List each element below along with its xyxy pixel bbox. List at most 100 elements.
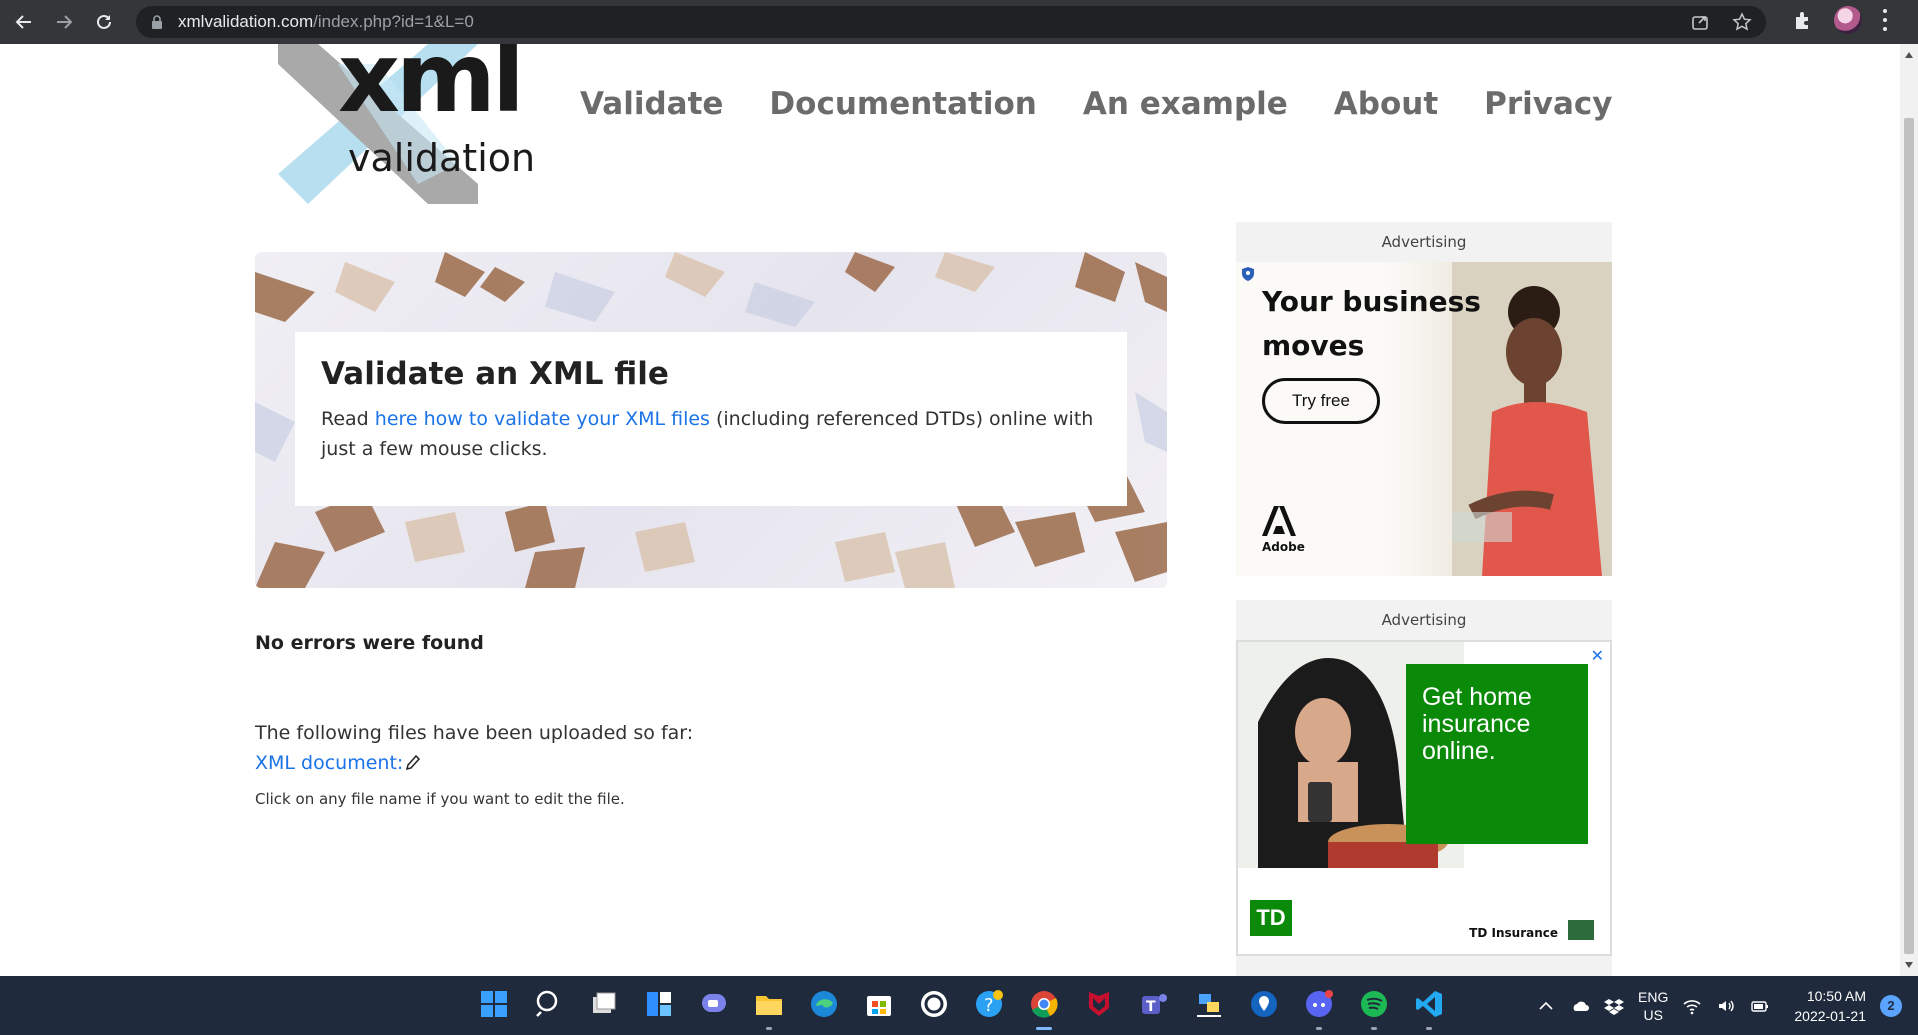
validation-result-message: No errors were found (255, 632, 484, 654)
scroll-down-icon[interactable] (1905, 962, 1913, 968)
folder-icon (756, 996, 782, 1015)
show-hidden-icons-chevron-icon[interactable] (1536, 996, 1556, 1016)
xml-document-link-text: XML document: (255, 752, 404, 774)
battery-icon[interactable] (1750, 996, 1770, 1016)
main-navigation: Validate Documentation An example About … (580, 86, 1613, 122)
wifi-icon[interactable] (1682, 996, 1702, 1016)
clock-date: 2022-01-21 (1794, 1007, 1866, 1024)
url-host: xmlvalidation.com (178, 12, 314, 31)
clock[interactable]: 10:50 AM 2022-01-21 (1794, 986, 1866, 1026)
taskbar-spotify[interactable] (1356, 986, 1392, 1030)
hero-how-to-link[interactable]: here how to validate your XML files (375, 408, 710, 430)
address-bar[interactable]: xmlvalidation.com/index.php?id=1&L=0 (136, 6, 1766, 38)
ad-headline: Get home insurance online. (1406, 664, 1588, 844)
taskbar-maps[interactable] (1246, 986, 1282, 1022)
edit-pencil-icon (406, 754, 421, 771)
edit-file-hint: Click on any file name if you want to ed… (255, 790, 625, 808)
nav-about[interactable]: About (1334, 86, 1438, 122)
nav-privacy[interactable]: Privacy (1484, 86, 1612, 122)
taskbar-app-circle[interactable] (916, 986, 952, 1022)
map-pin-icon (1251, 991, 1277, 1017)
scroll-thumb[interactable] (1904, 118, 1914, 954)
adobe-logo-icon (1262, 506, 1296, 536)
store-icon (867, 996, 891, 1016)
onedrive-cloud-icon[interactable] (1570, 996, 1590, 1016)
keyboard-layout: US (1643, 1006, 1663, 1023)
volume-icon[interactable] (1716, 996, 1736, 1016)
app-ring-icon (921, 991, 947, 1017)
site-logo[interactable]: xml validation (278, 44, 538, 204)
start-button[interactable] (476, 986, 512, 1022)
hero-banner: Validate an XML file Read here how to va… (255, 252, 1167, 588)
chat-icon (702, 994, 726, 1012)
nav-documentation[interactable]: Documentation (769, 86, 1036, 122)
td-insurance-ad[interactable]: ✕ Get home insurance online. TD TD Insur… (1236, 640, 1612, 956)
taskbar-store[interactable] (861, 986, 897, 1022)
lock-icon (152, 15, 162, 29)
vscode-icon (1416, 991, 1442, 1017)
td-logo: TD (1250, 900, 1292, 936)
browser-menu-icon[interactable] (1882, 9, 1888, 31)
chrome-icon (1031, 991, 1058, 1018)
nav-an-example[interactable]: An example (1083, 86, 1288, 122)
browser-toolbar: xmlvalidation.com/index.php?id=1&L=0 (0, 0, 1918, 44)
back-button[interactable] (8, 6, 40, 38)
hero-card: Validate an XML file Read here how to va… (295, 332, 1127, 506)
try-free-button[interactable]: Try free (1262, 378, 1380, 424)
notification-badge[interactable]: 2 (1880, 994, 1902, 1017)
ad-close-icon[interactable]: ✕ (1591, 646, 1604, 665)
taskbar-search[interactable] (531, 986, 567, 1022)
back-arrow-icon (15, 15, 31, 29)
logo-xml-text: xml (338, 44, 525, 134)
nav-validate[interactable]: Validate (580, 86, 723, 122)
svg-text:T: T (1146, 999, 1156, 1015)
reload-button[interactable] (88, 6, 120, 38)
forward-arrow-icon (57, 15, 73, 29)
scroll-up-icon[interactable] (1905, 52, 1913, 58)
taskbar-widgets[interactable] (641, 986, 677, 1022)
td-branch-icon (1568, 920, 1594, 940)
xml-document-file-link[interactable]: XML document: (255, 752, 421, 774)
logo-validation-text: validation (348, 136, 536, 180)
language-code: ENG (1638, 988, 1669, 1005)
forward-button[interactable] (48, 6, 80, 38)
taskbar-mcafee[interactable] (1081, 986, 1117, 1022)
url-text: xmlvalidation.com/index.php?id=1&L=0 (178, 12, 474, 32)
taskbar-chrome[interactable] (1026, 986, 1062, 1030)
advertising-block-adobe: Advertising ▷ ✕ Your business moves Try … (1236, 222, 1612, 576)
system-tray: ENG US 10:50 AM 2022-01-21 2 (1536, 976, 1902, 1035)
discord-icon (1306, 990, 1333, 1017)
task-view[interactable] (586, 986, 622, 1022)
web-page: xml validation Validate Documentation An… (0, 44, 1900, 976)
uploaded-files-heading: The following files have been uploaded s… (255, 722, 694, 744)
widgets-icon (647, 992, 671, 1016)
taskbar-help[interactable]: ? (971, 986, 1007, 1022)
hero-text-before: Read (321, 408, 375, 430)
ad-choices-shield-icon[interactable] (1240, 266, 1256, 282)
taskbar-teams-chat[interactable] (696, 986, 732, 1022)
taskbar-teams[interactable]: T (1136, 986, 1172, 1022)
profile-avatar[interactable] (1834, 6, 1862, 34)
share-icon[interactable] (1690, 12, 1710, 32)
taskbar-vscode[interactable] (1411, 986, 1447, 1030)
hero-description: Read here how to validate your XML files… (321, 404, 1101, 464)
help-icon: ? (976, 990, 1003, 1017)
taskbar-discord[interactable] (1301, 986, 1337, 1030)
dropbox-icon[interactable] (1604, 996, 1625, 1016)
page-scrollbar[interactable] (1900, 44, 1918, 976)
url-path: /index.php?id=1&L=0 (313, 12, 474, 31)
extensions-puzzle-icon[interactable] (1792, 9, 1814, 31)
clock-time: 10:50 AM (1806, 987, 1866, 1004)
mcafee-shield-icon (1089, 992, 1109, 1016)
adobe-ad[interactable]: ▷ ✕ Your business moves Try free Adobe (1236, 262, 1612, 576)
windows-logo-icon (481, 991, 507, 1017)
taskbar-edge[interactable] (806, 986, 842, 1022)
taskbar-network-app[interactable] (1191, 986, 1227, 1022)
search-icon (536, 990, 558, 1017)
hero-title: Validate an XML file (321, 356, 669, 392)
reload-icon (97, 14, 111, 29)
taskbar-file-explorer[interactable] (751, 986, 787, 1030)
advertising-block-td: Advertising ✕ Get home insurance online.… (1236, 600, 1612, 976)
input-language[interactable]: ENG US (1638, 988, 1668, 1024)
bookmark-star-icon[interactable] (1732, 12, 1752, 32)
